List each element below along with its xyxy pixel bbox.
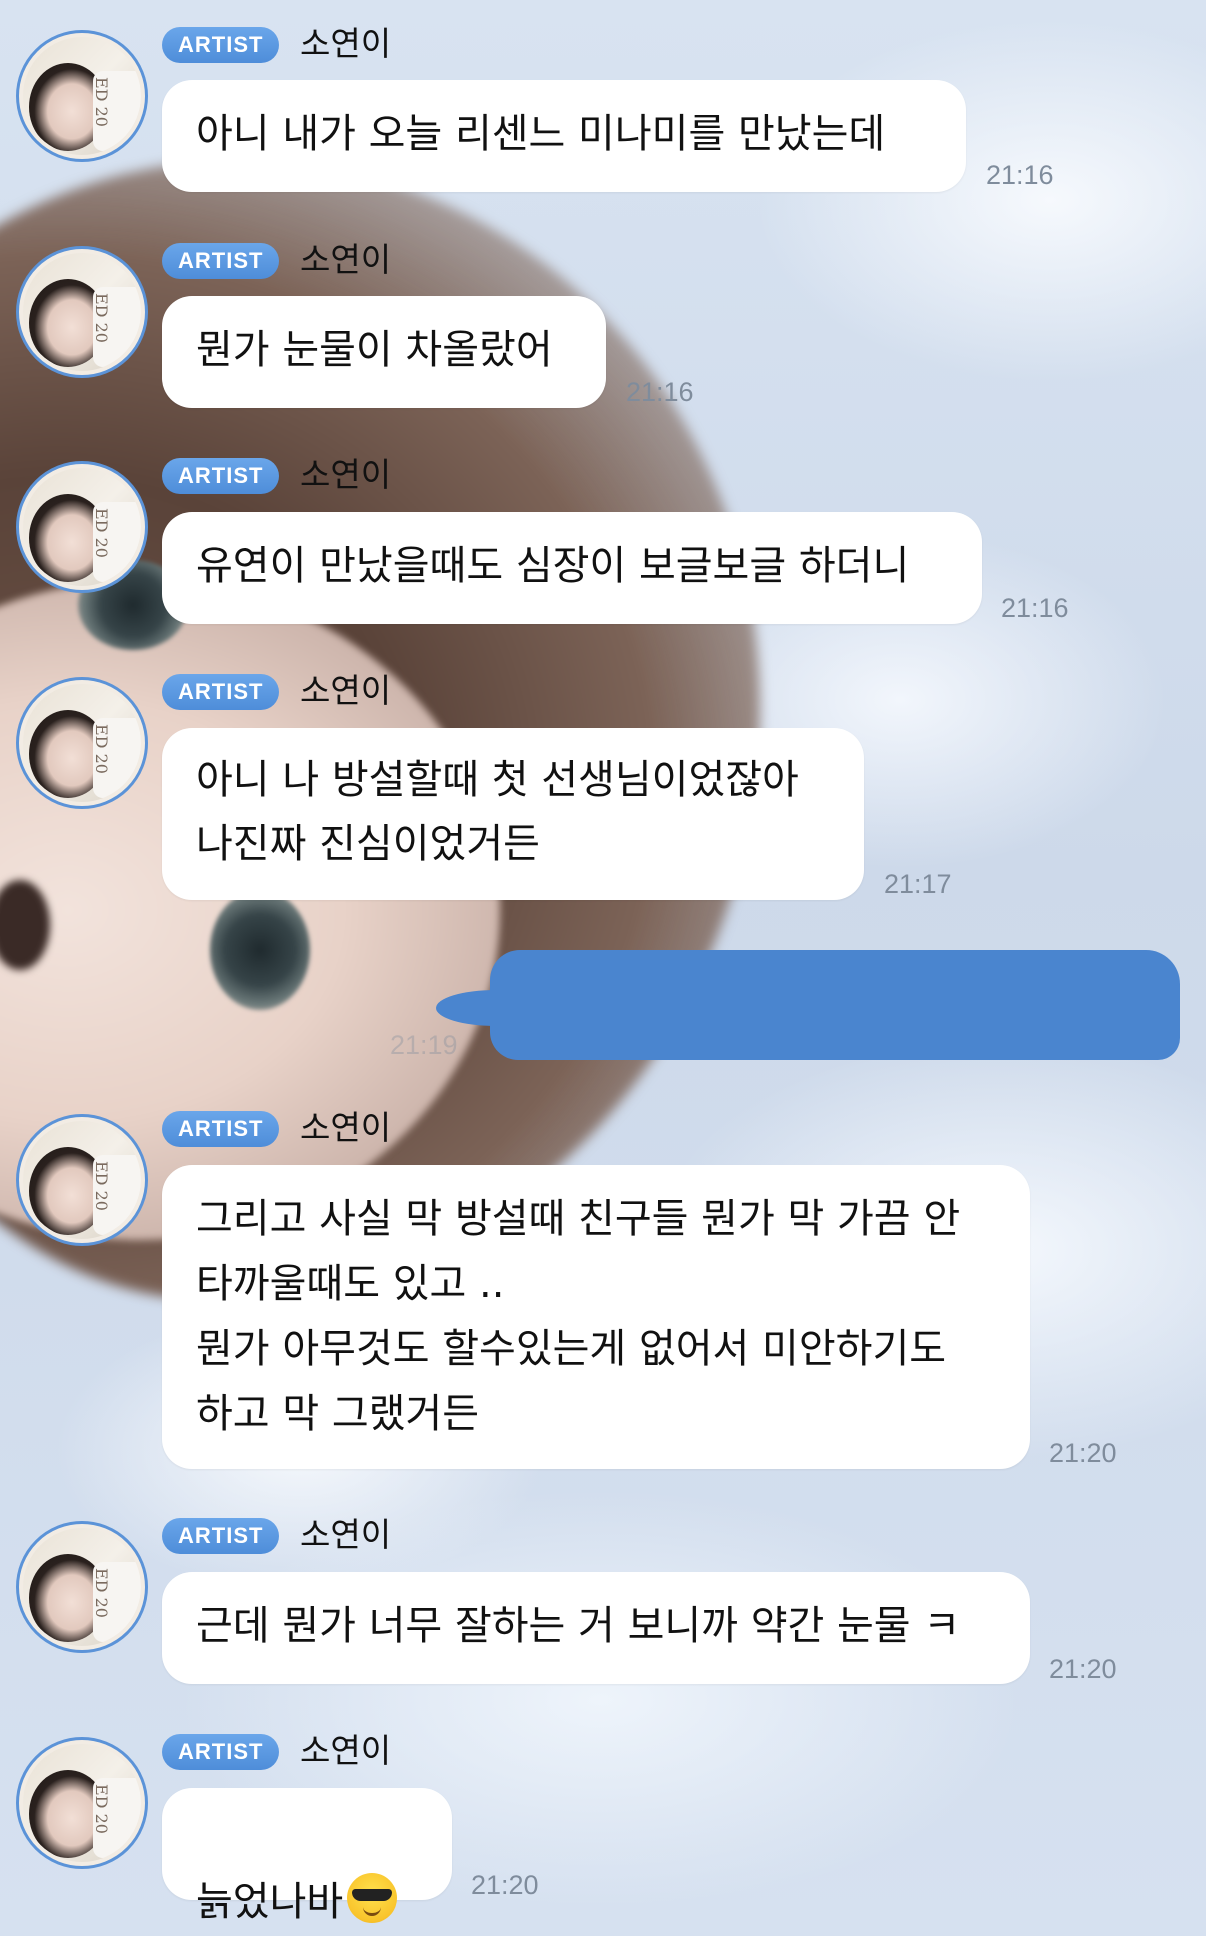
- redacted-message-bubble[interactable]: [490, 950, 1180, 1060]
- artist-badge: ARTIST: [162, 1111, 280, 1147]
- avatar[interactable]: ED 20: [16, 1114, 148, 1246]
- message-text: 늙었나바: [196, 1879, 344, 1925]
- artist-badge: ARTIST: [162, 458, 280, 494]
- sender-name: 소연이: [300, 1515, 392, 1554]
- message-time: 21:19: [390, 1030, 458, 1060]
- avatar[interactable]: ED 20: [16, 30, 148, 162]
- sunglasses-emoji-icon: [347, 1873, 398, 1923]
- message-bubble[interactable]: 아니 나 방설할때 첫 선생님이었잖아 나진짜 진심이었거든: [162, 728, 864, 900]
- sender-name: 소연이: [300, 455, 392, 494]
- message-bubble[interactable]: 그리고 사실 막 방설때 친구들 뭔가 막 가끔 안 타까울때도 있고 .. 뭔…: [162, 1165, 1030, 1469]
- message-time: 21:17: [884, 869, 952, 899]
- message-time: 21:20: [1049, 1654, 1117, 1684]
- message-bubble[interactable]: 아니 내가 오늘 리센느 미나미를 만났는데: [162, 80, 966, 192]
- avatar[interactable]: ED 20: [16, 246, 148, 378]
- artist-badge: ARTIST: [162, 1734, 280, 1770]
- message-time: 21:16: [1001, 593, 1069, 623]
- message-bubble[interactable]: 뭔가 눈물이 차올랐어: [162, 296, 606, 408]
- message-time: 21:16: [986, 160, 1054, 190]
- avatar[interactable]: ED 20: [16, 461, 148, 593]
- sender-name: 소연이: [300, 1731, 392, 1770]
- sender-name: 소연이: [300, 24, 392, 63]
- artist-badge: ARTIST: [162, 243, 280, 279]
- message-bubble[interactable]: 유연이 만났을때도 심장이 보글보글 하더니: [162, 512, 982, 624]
- sender-name: 소연이: [300, 240, 392, 279]
- message-time: 21:20: [471, 1870, 539, 1900]
- message-time: 21:16: [626, 377, 694, 407]
- sender-name: 소연이: [300, 1108, 392, 1147]
- message-bubble[interactable]: 늙었나바: [162, 1788, 452, 1925]
- artist-badge: ARTIST: [162, 674, 280, 710]
- artist-badge: ARTIST: [162, 1518, 280, 1554]
- avatar[interactable]: ED 20: [16, 1737, 148, 1869]
- message-bubble[interactable]: 근데 뭔가 너무 잘하는 거 보니까 약간 눈물 ㅋ: [162, 1572, 1030, 1684]
- message-time: 21:20: [1049, 1438, 1117, 1468]
- avatar[interactable]: ED 20: [16, 1521, 148, 1653]
- artist-badge: ARTIST: [162, 27, 280, 63]
- sender-name: 소연이: [300, 671, 392, 710]
- avatar[interactable]: ED 20: [16, 677, 148, 809]
- background-eye: [210, 890, 310, 1010]
